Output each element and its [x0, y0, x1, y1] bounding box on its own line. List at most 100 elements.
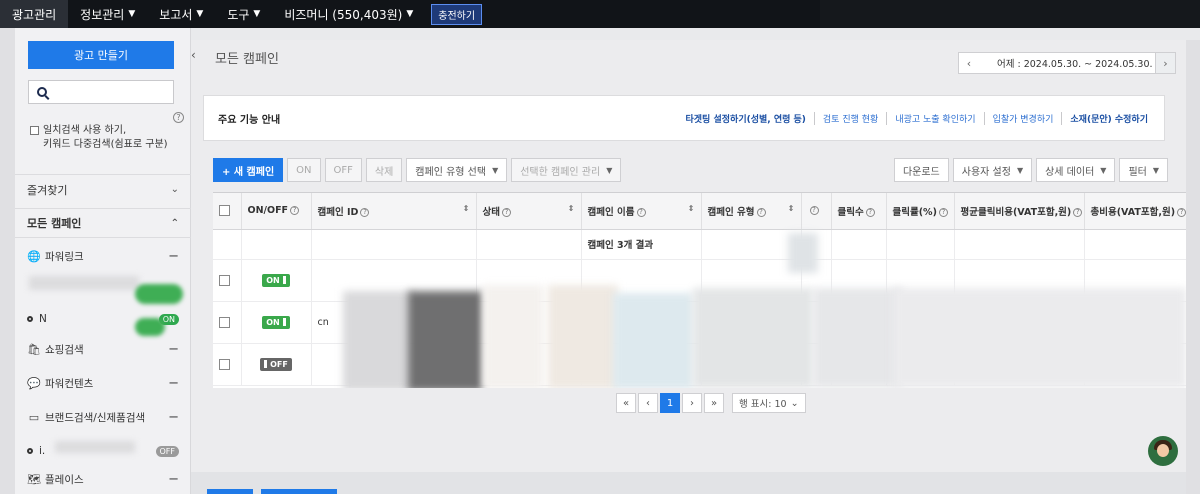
onoff-toggle[interactable]: ON [262, 273, 290, 287]
main-content: ‹ 모든 캠페인 ‹ 어제 : 2024.05.30. ~ 2024.05.30… [191, 40, 1186, 494]
new-campaign-button[interactable]: + 새 캠페인 [213, 158, 284, 182]
campaign-type-select[interactable]: 캠페인 유형 선택 ▼ [406, 158, 508, 182]
onoff-cell[interactable]: OFF [241, 343, 312, 386]
nav-reports[interactable]: 보고서 ▼ [147, 0, 215, 28]
help-icon[interactable]: ? [865, 207, 875, 217]
page-number[interactable]: 1 [660, 393, 680, 413]
sidebar-item-shopping[interactable]: 🛍 쇼핑검색 − [15, 334, 191, 364]
row-select-cell[interactable] [213, 301, 242, 344]
nav-info-management[interactable]: 정보관리 ▼ [68, 0, 147, 28]
off-button[interactable]: OFF [324, 158, 362, 182]
campaign-search[interactable] [28, 80, 174, 104]
help-icon[interactable]: ? [501, 207, 511, 217]
on-button[interactable]: ON [287, 158, 321, 182]
redacted-badge [135, 284, 183, 304]
header-onoff[interactable]: ON/OFF? [241, 193, 312, 230]
header-label: 클릭률(%) [892, 206, 937, 218]
onoff-cell[interactable]: ON [241, 259, 312, 302]
header-hidden-metric[interactable]: ? [801, 193, 832, 230]
onoff-cell[interactable]: ON [241, 301, 312, 344]
help-icon[interactable]: ? [360, 207, 370, 217]
help-icon[interactable]: ? [1073, 207, 1083, 217]
first-page-button[interactable]: « [616, 393, 636, 413]
header-avg-cpc[interactable]: 평균클릭비용(VAT포함,원)? [954, 193, 1085, 230]
collapse-icon[interactable]: − [168, 249, 179, 264]
help-icon[interactable]: ? [173, 112, 184, 123]
search-icon [37, 87, 47, 97]
header-status[interactable]: 상태? ⇕ [476, 193, 582, 230]
rows-per-page-select[interactable]: 행 표시: 10 ⌄ [732, 393, 806, 413]
header-total-cost[interactable]: 총비용(VAT포함,원)? [1084, 193, 1186, 230]
notice-link-bid[interactable]: 입찰가 변경하기 [985, 111, 1063, 125]
help-icon[interactable]: ? [636, 207, 646, 217]
header-campaign-id[interactable]: 캠페인 ID? ⇕ [311, 193, 477, 230]
assistant-avatar[interactable] [1148, 436, 1178, 466]
exact-match-checkbox[interactable] [30, 125, 39, 135]
campaign-dot-icon [27, 316, 33, 322]
delete-button[interactable]: 삭제 [365, 158, 403, 182]
header-clicks[interactable]: 클릭수? [831, 193, 887, 230]
search-input[interactable] [53, 86, 173, 98]
sidebar-item-place[interactable]: 🗺 플레이스 − [15, 464, 191, 494]
help-icon[interactable]: ? [1177, 207, 1186, 217]
manage-selected-select[interactable]: 선택한 캠페인 관리 ▼ [511, 158, 622, 182]
create-ad-button[interactable]: 광고 만들기 [28, 41, 174, 69]
exact-match-option[interactable]: ? 일치검색 사용 하기, 키워드 다중검색(쉼표로 구분) [30, 112, 184, 152]
all-campaigns-section[interactable]: 모든 캠페인 ⌃ [15, 208, 191, 238]
collapse-icon[interactable]: − [168, 410, 179, 425]
header-campaign-name[interactable]: 캠페인 이름? ⇕ [581, 193, 702, 230]
date-range-picker[interactable]: ‹ 어제 : 2024.05.30. ~ 2024.05.30. › [958, 52, 1176, 74]
row-select-cell[interactable] [213, 343, 242, 386]
chevron-right-icon[interactable]: › [1155, 53, 1175, 73]
sidebar-item-powerlink[interactable]: 🌐 파워링크 − [15, 241, 191, 271]
sort-icon[interactable]: ⇕ [463, 204, 470, 213]
date-range-text: 어제 : 2024.05.30. ~ 2024.05.30. [997, 59, 1153, 70]
collapse-icon[interactable]: − [168, 342, 179, 357]
collapse-sidebar-icon[interactable]: ‹ [191, 48, 196, 62]
bottom-button[interactable] [261, 489, 337, 494]
next-page-button[interactable]: › [682, 393, 702, 413]
row-select-cell[interactable] [213, 259, 242, 302]
nav-label: 도구 [227, 7, 250, 22]
filter-select[interactable]: 필터 ▼ [1119, 158, 1168, 182]
collapse-icon[interactable]: − [168, 472, 179, 487]
row-checkbox[interactable] [219, 316, 230, 328]
help-icon[interactable]: ? [290, 206, 300, 216]
nav-ad-management[interactable]: 광고관리 [0, 0, 69, 28]
nav-tools[interactable]: 도구 ▼ [215, 0, 272, 28]
header-campaign-type[interactable]: 캠페인 유형? ⇕ [701, 193, 802, 230]
collapse-icon[interactable]: − [168, 376, 179, 391]
row-checkbox[interactable] [219, 358, 230, 370]
row-checkbox[interactable] [219, 274, 230, 286]
last-page-button[interactable]: » [704, 393, 724, 413]
sort-icon[interactable]: ⇕ [788, 204, 795, 213]
favorites-section[interactable]: 즐겨찾기 ⌄ [15, 174, 191, 204]
bottom-button[interactable] [207, 489, 253, 494]
notice-link-creative[interactable]: 소재(문안) 수정하기 [1062, 112, 1156, 125]
help-icon[interactable]: ? [809, 206, 819, 216]
help-icon[interactable]: ? [938, 207, 948, 217]
notice-link-review[interactable]: 검토 진행 현황 [815, 111, 888, 125]
header-select-all[interactable] [213, 193, 242, 230]
header-ctr[interactable]: 클릭률(%)? [886, 193, 955, 230]
sidebar-item-powercontents[interactable]: 💬 파워컨텐츠 − [15, 368, 191, 398]
notice-link-exposure[interactable]: 내광고 노출 확인하기 [887, 111, 985, 125]
charge-button[interactable]: 충전하기 [431, 3, 483, 25]
onoff-toggle[interactable]: OFF [260, 357, 292, 371]
sidebar-item-brandsearch[interactable]: ▭ 브랜드검색/신제품검색 − [15, 402, 191, 432]
user-settings-select[interactable]: 사용자 설정 ▼ [952, 158, 1033, 182]
nav-bizmoney[interactable]: 비즈머니 (550,403원) ▼ [272, 0, 425, 28]
chevron-left-icon[interactable]: ‹ [959, 53, 979, 73]
detail-data-select[interactable]: 상세 데이터 ▼ [1036, 158, 1116, 182]
help-icon[interactable]: ? [756, 207, 766, 217]
notice-link-targeting[interactable]: 타겟팅 설정하기(성별, 연령 등) [678, 111, 815, 125]
exact-match-sublabel: 키워드 다중검색(쉼표로 구분) [43, 139, 168, 150]
prev-page-button[interactable]: ‹ [638, 393, 658, 413]
download-button[interactable]: 다운로드 [893, 158, 949, 182]
onoff-toggle[interactable]: ON [262, 315, 290, 329]
select-all-checkbox[interactable] [219, 205, 230, 217]
sort-icon[interactable]: ⇕ [568, 204, 575, 213]
per-page-label: 행 표시: 10 [739, 399, 787, 410]
sort-icon[interactable]: ⇕ [688, 204, 695, 213]
